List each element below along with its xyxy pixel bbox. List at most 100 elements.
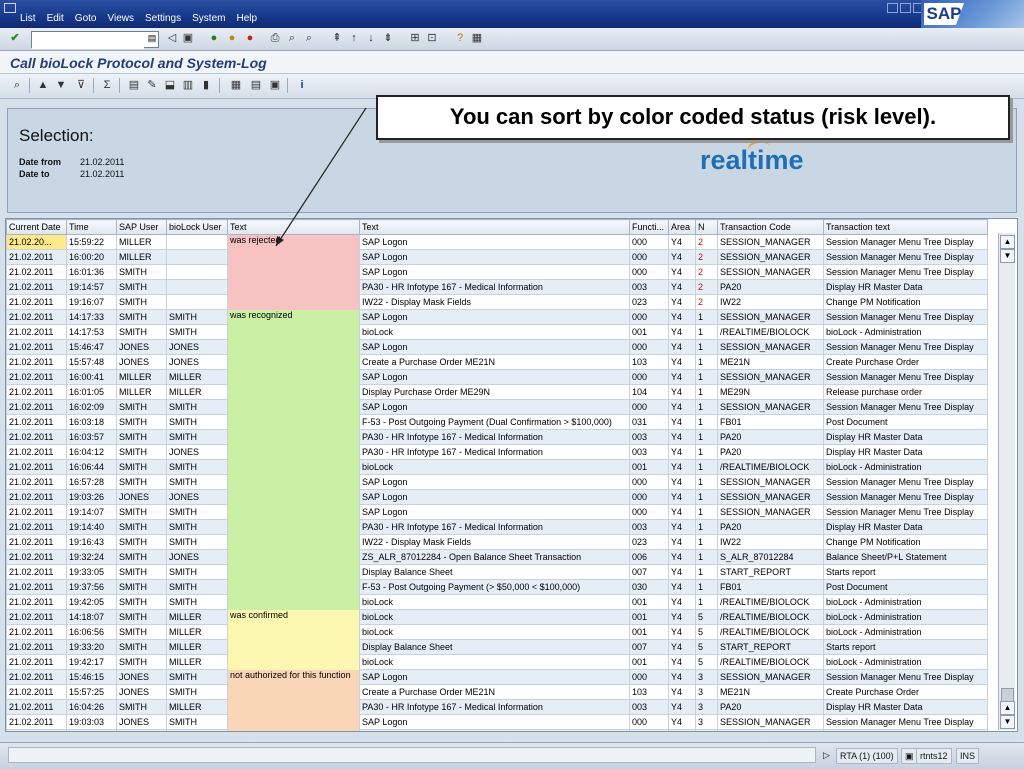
cell-biolock-user[interactable]: [166, 264, 228, 280]
status-system[interactable]: RTA (1) (100): [836, 748, 898, 764]
cell-transaction-text[interactable]: Post Document: [823, 414, 988, 430]
maximize-icon[interactable]: [900, 3, 911, 13]
cell-text[interactable]: SAP Logon: [359, 714, 630, 730]
cell-function[interactable]: 007: [629, 639, 669, 655]
cell-text[interactable]: Display Purchase Order ME29N: [359, 384, 630, 400]
cell-n[interactable]: 1: [695, 309, 718, 325]
cell-sap-user[interactable]: JONES: [116, 684, 167, 700]
menu-settings[interactable]: Settings: [145, 13, 181, 24]
cell-n[interactable]: 1: [695, 534, 718, 550]
cell-transaction-text[interactable]: Session Manager Menu Tree Display: [823, 399, 988, 415]
cell-transaction-text[interactable]: Display HR Master Data: [823, 699, 988, 715]
cell-function[interactable]: 000: [629, 339, 669, 355]
cell-sap-user[interactable]: SMITH: [116, 264, 167, 280]
cell-n[interactable]: 1: [695, 564, 718, 580]
cell-n[interactable]: 2: [695, 264, 718, 280]
table-row[interactable]: 21.02.2011 19:37:56 SMITH SMITH F-53 - Post …: [6, 579, 988, 595]
cell-function[interactable]: 000: [629, 714, 669, 730]
cell-time[interactable]: 14:17:53: [66, 324, 117, 340]
select-layout-icon[interactable]: ▤: [249, 78, 263, 92]
cell-biolock-user[interactable]: JONES: [166, 549, 228, 565]
table-row[interactable]: 21.02.2011 19:14:57 SMITH PA30 - HR Infotyp…: [6, 279, 988, 295]
cell-time[interactable]: 16:00:41: [66, 369, 117, 385]
cell-time[interactable]: 19:06:43: [66, 729, 117, 731]
cell-date[interactable]: 21.02.2011: [6, 279, 67, 295]
next-page-icon[interactable]: ↓: [364, 31, 378, 45]
cell-n[interactable]: 3: [695, 714, 718, 730]
cell-time[interactable]: 19:37:56: [66, 579, 117, 595]
cell-biolock-user[interactable]: SMITH: [166, 459, 228, 475]
cell-biolock-user[interactable]: MILLER: [166, 639, 228, 655]
cell-sap-user[interactable]: JONES: [116, 729, 167, 731]
cell-text[interactable]: bioLock: [359, 459, 630, 475]
menu-list[interactable]: List: [20, 13, 36, 24]
scroll-down-icon[interactable]: ▼: [1000, 249, 1015, 263]
menu-views[interactable]: Views: [107, 13, 134, 24]
table-row[interactable]: 21.02.2011 16:03:57 SMITH SMITH PA30 - HR In…: [6, 429, 988, 445]
cell-text[interactable]: Create a Purchase Order ME21N: [359, 729, 630, 731]
cell-date[interactable]: 21.02.2011: [6, 639, 67, 655]
cell-date[interactable]: 21.02.2011: [6, 384, 67, 400]
cell-transaction-code[interactable]: SESSION_MANAGER: [717, 399, 824, 415]
cell-transaction-text[interactable]: bioLock - Administration: [823, 594, 988, 610]
cell-time[interactable]: 16:06:56: [66, 624, 117, 640]
cell-biolock-user[interactable]: [166, 279, 228, 295]
cell-area[interactable]: Y4: [668, 549, 696, 565]
vertical-scrollbar[interactable]: ▲ ▼ ▲ ▼: [998, 233, 1015, 730]
cell-text[interactable]: bioLock: [359, 324, 630, 340]
cell-date[interactable]: 21.02.2011: [6, 309, 67, 325]
cell-time[interactable]: 19:16:07: [66, 294, 117, 310]
cell-n[interactable]: 2: [695, 294, 718, 310]
cell-transaction-code[interactable]: SESSION_MANAGER: [717, 339, 824, 355]
cell-area[interactable]: Y4: [668, 534, 696, 550]
table-row[interactable]: 21.02.2011 19:03:26 JONES JONES SAP Logon 000…: [6, 489, 988, 505]
cell-function[interactable]: 000: [629, 249, 669, 265]
cell-sap-user[interactable]: JONES: [116, 714, 167, 730]
cell-area[interactable]: Y4: [668, 354, 696, 370]
cell-transaction-text[interactable]: Starts report: [823, 564, 988, 580]
cell-date[interactable]: 21.02.2011: [6, 444, 67, 460]
cell-time[interactable]: 16:03:57: [66, 429, 117, 445]
cell-transaction-text[interactable]: bioLock - Administration: [823, 654, 988, 670]
cell-transaction-text[interactable]: Balance Sheet/P+L Statement: [823, 549, 988, 565]
cell-biolock-user[interactable]: SMITH: [166, 429, 228, 445]
table-row[interactable]: 21.02.2011 16:04:12 SMITH JONES PA30 - HR In…: [6, 444, 988, 460]
cell-biolock-user[interactable]: SMITH: [166, 534, 228, 550]
graphic-icon[interactable]: ▮: [199, 78, 213, 92]
cell-function[interactable]: 000: [629, 369, 669, 385]
enter-checkmark-icon[interactable]: ✔: [8, 31, 22, 45]
cell-transaction-text[interactable]: bioLock - Administration: [823, 459, 988, 475]
sort-descending-icon[interactable]: ▼: [54, 78, 68, 92]
cell-transaction-code[interactable]: SESSION_MANAGER: [717, 504, 824, 520]
cell-time[interactable]: 16:01:05: [66, 384, 117, 400]
cell-n[interactable]: 1: [695, 444, 718, 460]
menu-goto[interactable]: Goto: [75, 13, 97, 24]
cell-transaction-text[interactable]: Session Manager Menu Tree Display: [823, 714, 988, 730]
cell-biolock-user[interactable]: MILLER: [166, 699, 228, 715]
cell-biolock-user[interactable]: JONES: [166, 339, 228, 355]
cell-date[interactable]: 21.02.2011: [6, 339, 67, 355]
table-row[interactable]: 21.02.2011 19:33:05 SMITH SMITH Display Bala…: [6, 564, 988, 580]
cell-sap-user[interactable]: SMITH: [116, 639, 167, 655]
cell-function[interactable]: 003: [629, 444, 669, 460]
cell-date[interactable]: 21.02.2011: [6, 504, 67, 520]
cell-text[interactable]: PA30 - HR Infotype 167 - Medical Informa…: [359, 279, 630, 295]
table-row[interactable]: 21.02.2011 14:18:07 SMITH MILLER was confirm…: [6, 609, 988, 670]
column-header[interactable]: Area: [668, 219, 696, 235]
cell-text[interactable]: SAP Logon: [359, 399, 630, 415]
cell-function[interactable]: 001: [629, 609, 669, 625]
cell-area[interactable]: Y4: [668, 324, 696, 340]
table-row[interactable]: 21.02.2011 19:33:20 SMITH MILLER Display Bal…: [6, 639, 988, 655]
table-row[interactable]: 21.02.2011 16:06:44 SMITH SMITH bioLock 001 Y4…: [6, 459, 988, 475]
cell-biolock-user[interactable]: SMITH: [166, 399, 228, 415]
cell-function[interactable]: 030: [629, 579, 669, 595]
cell-function[interactable]: 031: [629, 414, 669, 430]
cell-area[interactable]: Y4: [668, 369, 696, 385]
cell-date[interactable]: 21.02.20...: [6, 234, 67, 250]
first-page-icon[interactable]: ⇞: [330, 31, 344, 45]
cell-sap-user[interactable]: SMITH: [116, 594, 167, 610]
cell-text[interactable]: bioLock: [359, 624, 630, 640]
cell-transaction-code[interactable]: /REALTIME/BIOLOCK: [717, 459, 824, 475]
cell-function[interactable]: 003: [629, 429, 669, 445]
total-icon[interactable]: Σ: [100, 78, 114, 92]
